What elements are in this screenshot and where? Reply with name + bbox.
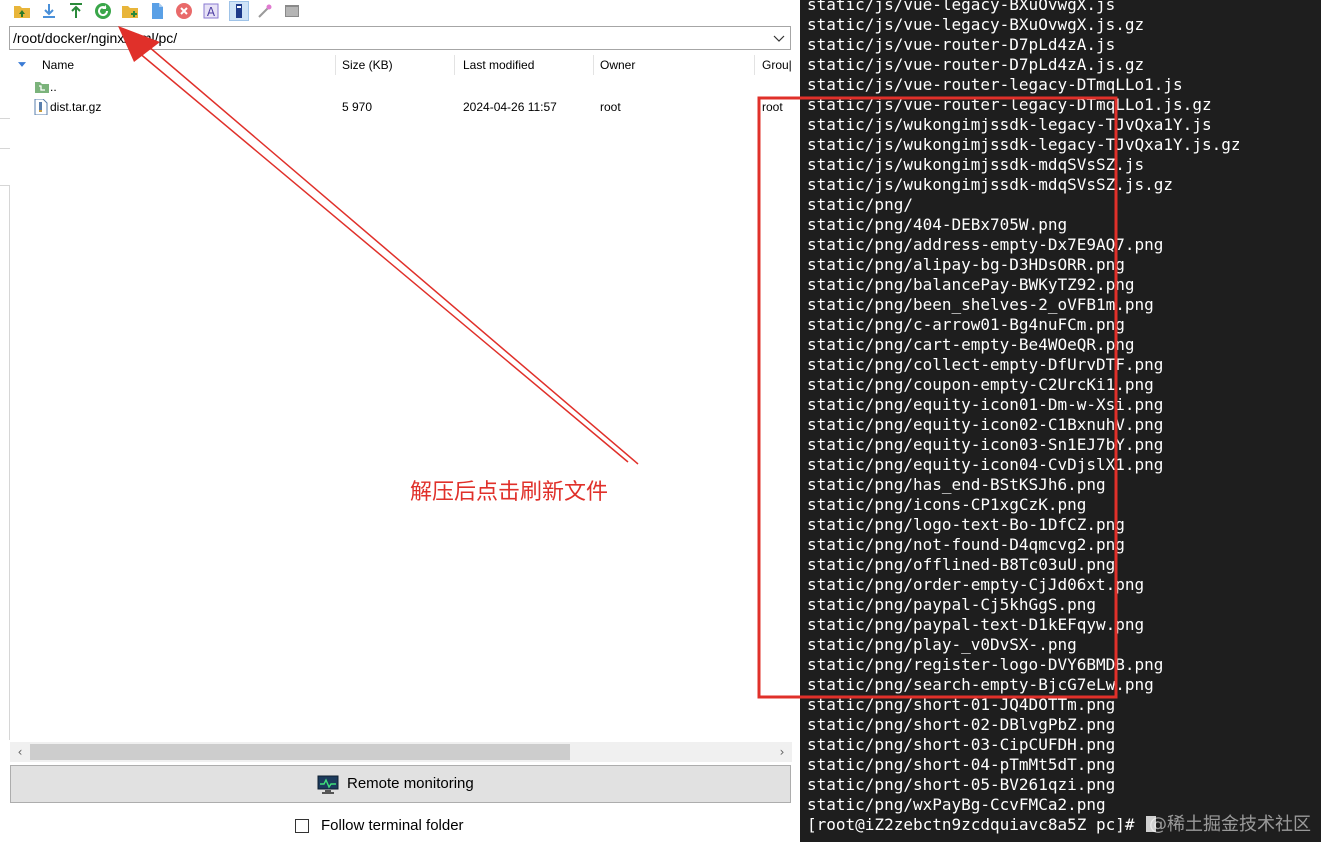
terminal-line: static/png/been_shelves-2_oVFB1m.png [807,295,1154,314]
terminal-line: static/png/has_end-BStKSJh6.png [807,475,1106,494]
file-group: root [762,100,783,114]
scroll-left-icon[interactable]: ‹ [10,742,30,762]
remote-monitoring-button[interactable]: Remote monitoring [10,765,791,803]
terminal-line: static/png/c-arrow01-Bg4nuFCm.png [807,315,1125,334]
terminal-line: static/png/balancePay-BWKyTZ92.png [807,275,1135,294]
terminal-line: static/png/icons-CP1xgCzK.png [807,495,1087,514]
sort-arrow-icon [18,53,30,77]
terminal-line: static/png/equity-icon02-C1BxnuhV.png [807,415,1164,434]
path-field[interactable]: /root/docker/nginx/html/pc/ [9,26,791,50]
scroll-thumb[interactable] [30,744,570,760]
terminal-line: static/js/wukongimjssdk-mdqSVsSZ.js [807,155,1145,174]
download-icon[interactable] [40,2,58,20]
follow-terminal-label: Follow terminal folder [321,817,464,834]
column-group[interactable]: Grou| [762,53,792,77]
terminal-line: static/png/not-found-D4qmcvg2.png [807,535,1125,554]
svg-text:A: A [207,5,216,19]
new-file-icon[interactable] [148,2,166,20]
parent-folder-icon [34,79,49,95]
divider [0,118,10,119]
terminal-line: static/png/equity-icon03-Sn1EJ7bY.png [807,435,1164,454]
scroll-right-icon[interactable]: › [772,742,792,762]
divider [454,55,455,75]
file-row-dist[interactable]: dist.tar.gz 5 970 2024-04-26 11:57 root … [10,97,794,117]
terminal-prompt[interactable]: [root@iZ2zebctn9zcdquiavc8a5Z pc]# [807,815,1157,835]
terminal-line: static/png/short-03-CipCUFDH.png [807,735,1116,754]
file-name: dist.tar.gz [50,100,102,114]
terminal-line: static/js/vue-router-D7pLd4zA.js [807,35,1116,54]
terminal-line: static/js/wukongimjssdk-legacy-TJvQxa1Y.… [807,115,1212,134]
terminal-icon[interactable] [283,2,301,20]
file-manager-panel: A /root/docker/nginx/html/pc/ Name Size … [0,0,800,842]
terminal-line: static/png/play-_v0DvSX-.png [807,635,1077,654]
column-owner[interactable]: Owner [600,53,635,77]
terminal-line: static/js/vue-router-legacy-DTmqLLo1.js.… [807,95,1212,114]
file-size: 5 970 [342,100,373,114]
terminal-line: static/png/search-empty-BjcG7eLw.png [807,675,1154,694]
monitor-icon [317,775,339,795]
chevron-down-icon[interactable] [772,30,786,46]
rename-icon[interactable]: A [202,2,220,20]
terminal-line: static/png/coupon-empty-C2UrcKi1.png [807,375,1154,394]
delete-icon[interactable] [175,2,193,20]
terminal-line: static/png/equity-icon04-CvDjslX1.png [807,455,1164,474]
terminal-line: static/png/short-05-BV261qzi.png [807,775,1116,794]
terminal-line: static/png/short-02-DBlvgPbZ.png [807,715,1116,734]
divider [754,55,755,75]
terminal-line: static/png/alipay-bg-D3HDsORR.png [807,255,1125,274]
file-name: .. [50,80,57,94]
refresh-icon[interactable] [94,2,112,20]
path-text: /root/docker/nginx/html/pc/ [13,30,178,46]
terminal-line: static/js/wukongimjssdk-legacy-TJvQxa1Y.… [807,135,1241,154]
terminal-line: static/png/equity-icon01-Dm-w-Xsi.png [807,395,1164,414]
follow-terminal-checkbox[interactable] [295,819,309,833]
divider [0,148,10,149]
column-name[interactable]: Name [42,53,74,77]
terminal-line: static/png/address-empty-Dx7E9AQ7.png [807,235,1164,254]
upload-icon[interactable] [67,2,85,20]
column-header: Name Size (KB) Last modified Owner Grou| [10,53,794,77]
watermark: @稀土掘金技术社区 [1149,814,1311,835]
terminal-line: static/js/vue-legacy-BXuOvwgX.js [807,0,1116,14]
terminal-line: static/png/short-04-pTmMt5dT.png [807,755,1116,774]
new-folder-icon[interactable] [121,2,139,20]
divider [335,55,336,75]
terminal-line: static/png/register-logo-DVY6BMDB.png [807,655,1164,674]
terminal-line: static/png/cart-empty-Be4WOeQR.png [807,335,1135,354]
terminal-line: static/png/collect-empty-DfUrvDTF.png [807,355,1164,374]
terminal-line: static/png/paypal-text-D1kEFqyw.png [807,615,1145,634]
file-owner: root [600,100,621,114]
divider [593,55,594,75]
terminal-line: static/js/vue-router-D7pLd4zA.js.gz [807,55,1145,74]
divider [9,185,10,740]
terminal-line: static/png/paypal-Cj5khGgS.png [807,595,1096,614]
archive-file-icon [34,98,48,116]
wand-icon[interactable] [256,2,274,20]
terminal-line: static/png/404-DEBx705W.png [807,215,1068,234]
column-modified[interactable]: Last modified [463,53,534,77]
file-modified: 2024-04-26 11:57 [463,100,557,114]
terminal-line: static/png/offlined-B8Tc03uU.png [807,555,1116,574]
terminal-line: static/js/wukongimjssdk-mdqSVsSZ.js.gz [807,175,1174,194]
column-size[interactable]: Size (KB) [342,53,393,77]
terminal-line: static/png/order-empty-CjJd06xt.png [807,575,1145,594]
parent-folder-icon[interactable] [13,2,31,20]
terminal-line: static/png/ [807,195,913,214]
terminal-line: static/js/vue-router-legacy-DTmqLLo1.js [807,75,1183,94]
terminal-line: static/png/logo-text-Bo-1DfCZ.png [807,515,1125,534]
terminal-line: static/js/vue-legacy-BXuOvwgX.js.gz [807,15,1145,34]
terminal-line: static/png/wxPayBg-CcvFMCa2.png [807,795,1106,814]
prompt-text: [root@iZ2zebctn9zcdquiavc8a5Z pc]# [807,815,1145,834]
properties-icon[interactable] [229,1,249,21]
file-row-parent[interactable]: .. [10,77,794,97]
terminal-line: static/png/short-01-JQ4DOTTm.png [807,695,1116,714]
horizontal-scrollbar[interactable]: ‹ › [10,742,792,762]
remote-monitoring-label: Remote monitoring [347,775,474,792]
terminal-output[interactable]: static/js/vue-legacy-BXuOvwgX.js static/j… [800,0,1321,842]
